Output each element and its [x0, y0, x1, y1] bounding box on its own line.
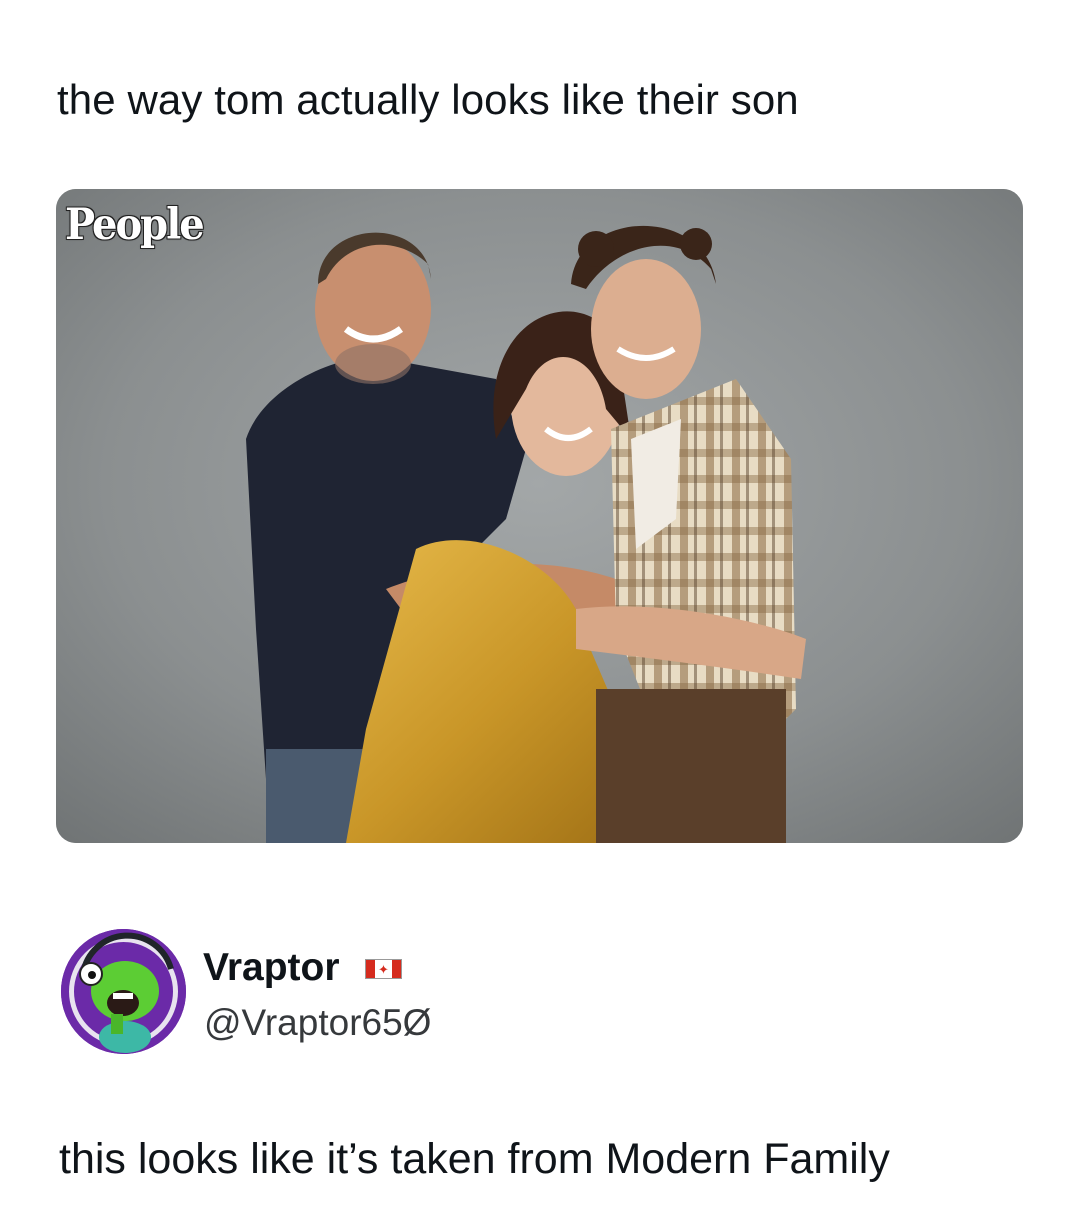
display-name[interactable]: Vraptor [203, 944, 340, 992]
user-handle[interactable]: @Vraptor65Ø [204, 1000, 431, 1046]
post-caption: the way tom actually looks like their so… [57, 76, 799, 123]
avatar-illustration-icon [61, 929, 186, 1054]
maple-leaf-icon: ✦ [375, 960, 392, 978]
post-photo[interactable]: People [56, 189, 1023, 843]
reply-text: this looks like it’s taken from Modern F… [59, 1135, 890, 1183]
people-watermark: People [65, 199, 205, 250]
canada-flag-icon: ✦ [365, 959, 402, 979]
avatar[interactable] [61, 929, 186, 1054]
photo-image [56, 189, 1023, 843]
